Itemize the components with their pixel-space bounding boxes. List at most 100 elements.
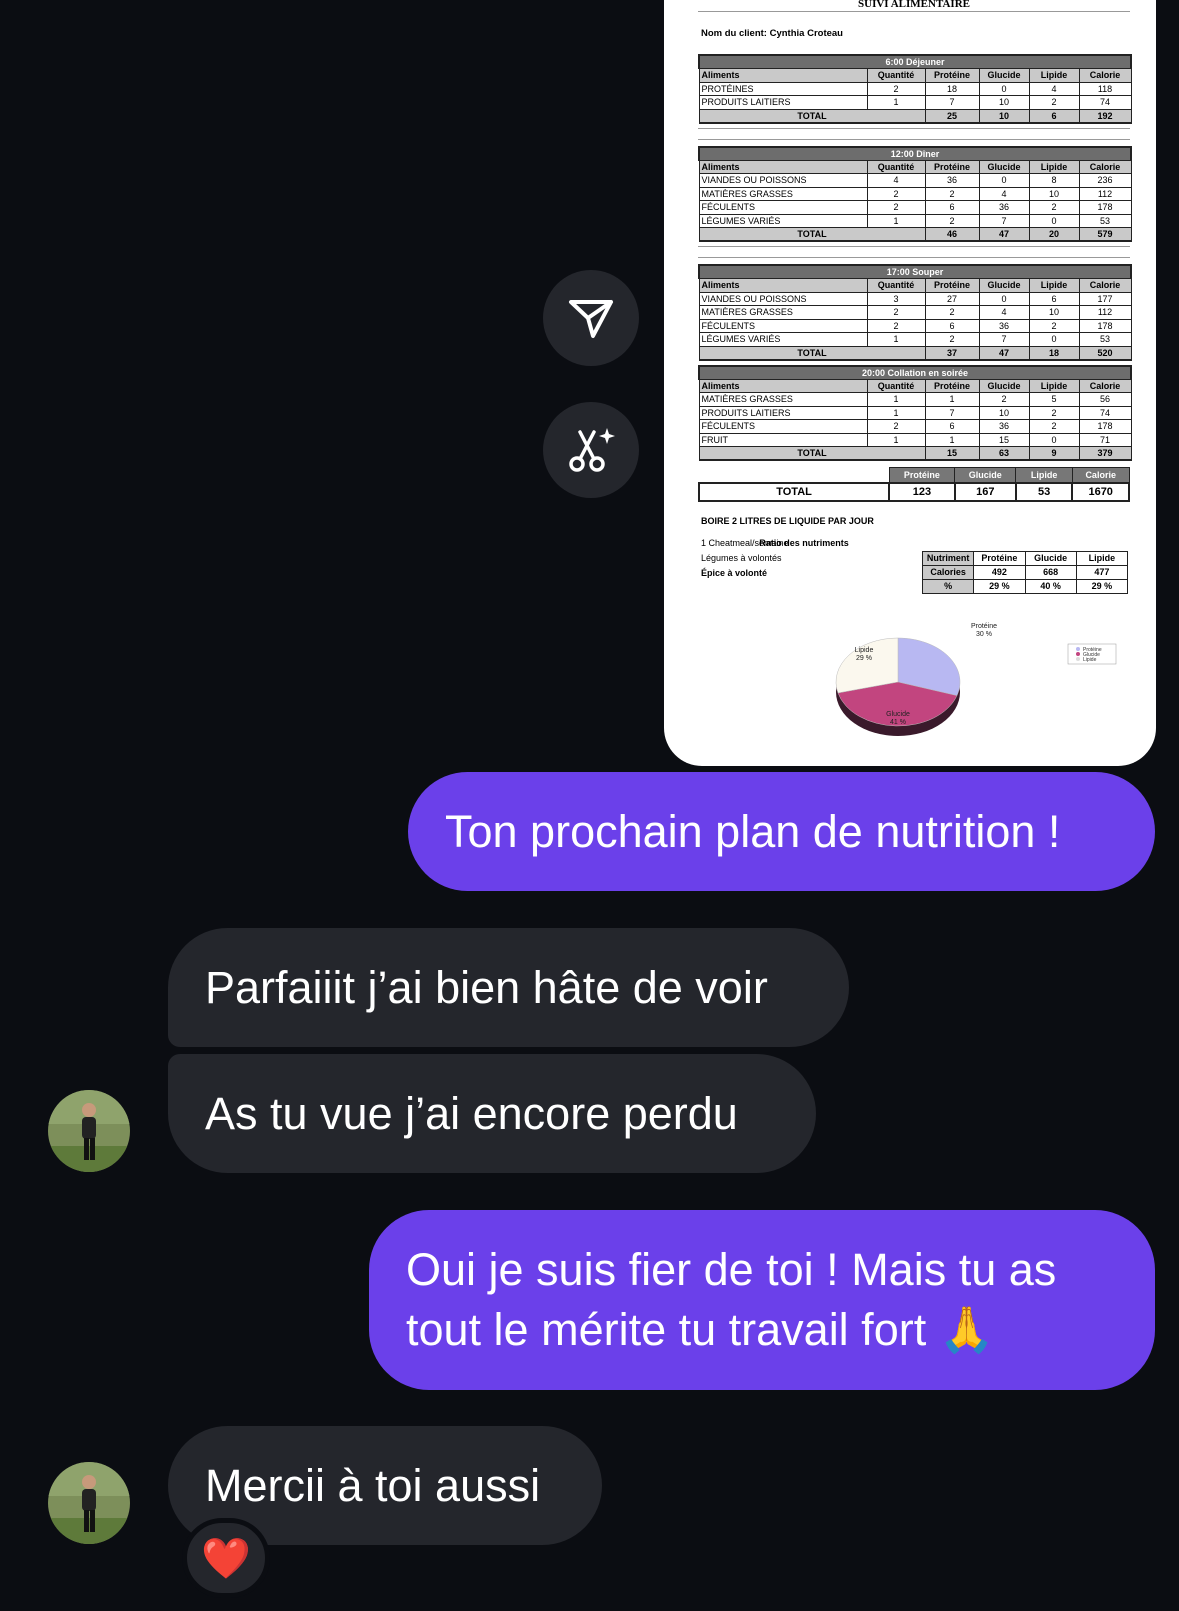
table-cell: 1 bbox=[866, 405, 926, 420]
ratio-cell: Glucide bbox=[1024, 550, 1077, 566]
meal-tables: 6:00 Déjeuner Aliments Quantité Protéine Glu… bbox=[697, 54, 1133, 462]
grand-header: Protéine bbox=[888, 467, 956, 483]
message-text: Mercii à toi aussi bbox=[205, 1459, 541, 1511]
grand-value: 53 bbox=[1014, 481, 1074, 502]
meal-table: 17:00 Souper Aliments Quantité Protéine Gluc… bbox=[698, 264, 1132, 361]
total-cell: 63 bbox=[978, 446, 1030, 461]
paper-plane-icon bbox=[569, 300, 613, 338]
message-text: As tu vue j’ai encore perdu bbox=[205, 1087, 738, 1139]
column-header: Lipide bbox=[1028, 378, 1080, 393]
message-text: Parfaiiit j’ai bien hâte de voir bbox=[205, 961, 768, 1013]
table-cell: 1 bbox=[924, 392, 980, 407]
grand-header: Lipide bbox=[1015, 467, 1073, 483]
heart-reaction[interactable]: ❤️ bbox=[182, 1518, 270, 1598]
table-cell: 7 bbox=[978, 213, 1030, 228]
table-cell: 2 bbox=[924, 213, 980, 228]
table-cell: 15 bbox=[978, 432, 1030, 447]
share-button[interactable] bbox=[543, 270, 639, 366]
table-cell: FÉCULENTS bbox=[698, 200, 868, 215]
table-row: FÉCULENTS 2 6 36 2 178 bbox=[698, 200, 1132, 215]
table-cell: 71 bbox=[1078, 432, 1132, 447]
table-cell: 0 bbox=[1028, 332, 1080, 347]
message-incoming[interactable]: As tu vue j’ai encore perdu bbox=[168, 1054, 816, 1173]
contact-avatar[interactable] bbox=[48, 1462, 130, 1544]
grand-total-label: TOTAL bbox=[697, 481, 891, 502]
table-cell: 10 bbox=[1028, 305, 1080, 320]
total-label: TOTAL bbox=[698, 345, 926, 361]
table-cell: 74 bbox=[1078, 95, 1132, 110]
grand-value: 1670 bbox=[1071, 481, 1130, 502]
total-cell: 15 bbox=[924, 446, 980, 461]
table-cell: FRUIT bbox=[698, 432, 868, 447]
sheet-spacer bbox=[698, 246, 1130, 258]
total-cell: 9 bbox=[1028, 446, 1080, 461]
table-cell: 2 bbox=[866, 419, 926, 434]
table-cell: 4 bbox=[978, 305, 1030, 320]
legend-swatch bbox=[1076, 647, 1080, 651]
table-cell: 1 bbox=[866, 213, 926, 228]
table-row: MATIÈRES GRASSES 2 2 4 10 112 bbox=[698, 305, 1132, 320]
table-cell: 10 bbox=[978, 95, 1030, 110]
table-cell: LÉGUMES VARIÉS bbox=[698, 332, 868, 347]
table-cell: 2 bbox=[978, 392, 1030, 407]
column-header: Quantité bbox=[866, 159, 926, 174]
total-label: TOTAL bbox=[698, 108, 926, 124]
edit-image-button[interactable] bbox=[543, 402, 639, 498]
table-cell: 6 bbox=[924, 200, 980, 215]
column-header: Quantité bbox=[866, 68, 926, 83]
message-outgoing[interactable]: Oui je suis fier de toi ! Mais tu as tou… bbox=[369, 1210, 1155, 1390]
table-cell: 2 bbox=[1028, 405, 1080, 420]
contact-avatar[interactable] bbox=[48, 1090, 130, 1172]
grand-header: Glucide bbox=[954, 467, 1017, 483]
column-header: Protéine bbox=[924, 378, 980, 393]
table-cell: 2 bbox=[1028, 419, 1080, 434]
ratio-table: Nutriment Protéine Glucide Lipide Calori… bbox=[921, 550, 1129, 594]
column-header: Aliments bbox=[698, 278, 868, 293]
table-cell: 56 bbox=[1078, 392, 1132, 407]
meal-title: 17:00 Souper bbox=[698, 264, 1132, 279]
table-cell: 7 bbox=[924, 95, 980, 110]
total-cell: 47 bbox=[978, 345, 1030, 361]
table-cell: 2 bbox=[866, 81, 926, 96]
grand-value: 167 bbox=[953, 481, 1017, 502]
table-cell: 36 bbox=[978, 318, 1030, 333]
meal-table: 20:00 Collation en soirée Aliments Quantit… bbox=[697, 364, 1133, 462]
message-incoming[interactable]: Parfaiiit j’ai bien hâte de voir bbox=[168, 928, 849, 1047]
hydration-note: BOIRE 2 LITRES DE LIQUIDE PAR JOUR bbox=[701, 515, 874, 526]
ratio-cell: Lipide bbox=[1075, 550, 1129, 566]
table-cell: 118 bbox=[1078, 81, 1132, 96]
table-cell: 7 bbox=[924, 405, 980, 420]
column-header: Glucide bbox=[978, 159, 1030, 174]
table-cell: 2 bbox=[866, 200, 926, 215]
table-cell: 6 bbox=[924, 318, 980, 333]
legend-swatch bbox=[1076, 657, 1080, 661]
table-row: MATIÈRES GRASSES 2 2 4 10 112 bbox=[698, 186, 1132, 201]
table-cell: VIANDES OU POISSONS bbox=[698, 291, 868, 306]
table-cell: 1 bbox=[866, 332, 926, 347]
table-cell: 5 bbox=[1028, 392, 1080, 407]
table-cell: 4 bbox=[978, 186, 1030, 201]
column-header: Glucide bbox=[978, 68, 1030, 83]
meal-title: 12:00 Dîner bbox=[697, 145, 1133, 161]
table-cell: 27 bbox=[924, 291, 980, 306]
legend-label: Lipide bbox=[1083, 657, 1097, 663]
pie-label: Lipide bbox=[855, 647, 874, 654]
table-cell: 2 bbox=[924, 186, 980, 201]
table-cell: 2 bbox=[866, 318, 926, 333]
pie-label: Glucide bbox=[886, 711, 910, 718]
attached-image[interactable]: SUIVI ALIMENTAIRE Nom du client: Cynthia… bbox=[664, 0, 1156, 766]
table-cell: 10 bbox=[1028, 186, 1080, 201]
table-cell: 178 bbox=[1078, 419, 1132, 434]
message-outgoing[interactable]: Ton prochain plan de nutrition ! bbox=[408, 772, 1155, 891]
total-cell: 10 bbox=[978, 108, 1030, 124]
total-cell: 520 bbox=[1078, 345, 1132, 361]
meal-table: 12:00 Dîner Aliments Quantité Protéine Gluci… bbox=[697, 145, 1133, 243]
column-header: Lipide bbox=[1028, 68, 1080, 83]
column-header: Quantité bbox=[866, 378, 926, 393]
table-row: LÉGUMES VARIÉS 1 2 7 0 53 bbox=[698, 332, 1132, 347]
table-cell: PRODUITS LAITIERS bbox=[698, 405, 868, 420]
total-cell: 46 bbox=[924, 227, 980, 242]
column-header: Lipide bbox=[1028, 278, 1080, 293]
column-header: Quantité bbox=[866, 278, 926, 293]
table-row: PRODUITS LAITIERS 1 7 10 2 74 bbox=[698, 405, 1132, 420]
